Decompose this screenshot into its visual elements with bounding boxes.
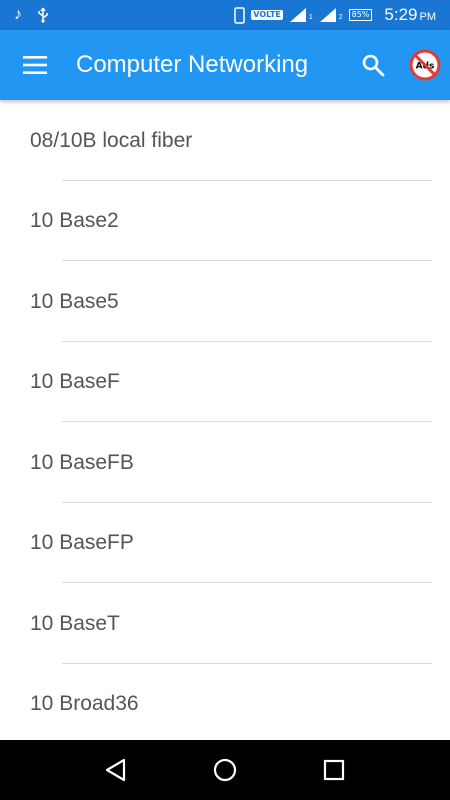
menu-button[interactable] xyxy=(0,30,70,100)
list-item-label: 10 Base2 xyxy=(30,209,119,233)
home-button[interactable] xyxy=(205,750,245,790)
hamburger-menu-icon xyxy=(23,56,47,74)
signal-icon xyxy=(289,8,306,22)
battery-icon: 85% xyxy=(348,9,373,21)
list-item[interactable]: 10 BaseFB xyxy=(0,422,450,503)
usb-icon xyxy=(38,7,48,23)
list-item-label: 10 Base5 xyxy=(30,289,119,313)
status-bar: ♪ VOLTE 1 2 85% 5:29 PM xyxy=(0,0,450,30)
clock-time: 5:29 xyxy=(384,5,418,24)
list-item[interactable]: 10 BaseFP xyxy=(0,503,450,583)
search-button[interactable] xyxy=(348,30,398,100)
list-item[interactable]: 10 Broad36 xyxy=(0,664,450,741)
recents-icon xyxy=(323,759,344,781)
volte-badge: VOLTE xyxy=(251,10,283,20)
app-bar: Computer Networking Ads xyxy=(0,30,450,100)
status-left: ♪ xyxy=(14,7,50,23)
list-item-label: 10 BaseF xyxy=(30,370,120,394)
list-item[interactable]: 10 BaseF xyxy=(0,342,450,422)
list-item-label: 10 BaseFP xyxy=(30,531,134,555)
list-item[interactable]: 10 BaseT xyxy=(0,583,450,664)
sim-label: 1 xyxy=(308,14,313,21)
recents-button[interactable] xyxy=(314,750,354,790)
music-note-icon: ♪ xyxy=(14,6,22,23)
home-icon xyxy=(213,758,237,782)
list-item[interactable]: 10 Base2 xyxy=(0,181,450,261)
back-button[interactable] xyxy=(96,750,136,790)
clock-suffix: PM xyxy=(419,11,437,23)
no-ads-icon: Ads xyxy=(409,49,441,81)
status-right: VOLTE 1 2 85% 5:29 PM xyxy=(234,5,436,25)
search-icon xyxy=(362,54,385,77)
list-item-label: 10 Broad36 xyxy=(30,692,139,716)
back-icon xyxy=(106,758,126,782)
list-item-label: 10 BaseFB xyxy=(30,450,134,474)
list-item-label: 08/10B local fiber xyxy=(30,128,193,152)
signal-icon xyxy=(319,8,336,22)
remove-ads-button[interactable]: Ads xyxy=(400,30,450,100)
app-title: Computer Networking xyxy=(76,51,309,78)
list-item-label: 10 BaseT xyxy=(30,611,120,635)
term-list: 08/10B local fiber 10 Base2 10 Base5 10 … xyxy=(0,100,450,740)
list-item[interactable]: 08/10B local fiber xyxy=(0,100,450,181)
phone-icon xyxy=(234,6,246,24)
navigation-bar xyxy=(0,740,450,800)
clock: 5:29 PM xyxy=(384,5,436,25)
list-item[interactable]: 10 Base5 xyxy=(0,261,450,342)
sim2-label: 2 xyxy=(338,14,343,21)
